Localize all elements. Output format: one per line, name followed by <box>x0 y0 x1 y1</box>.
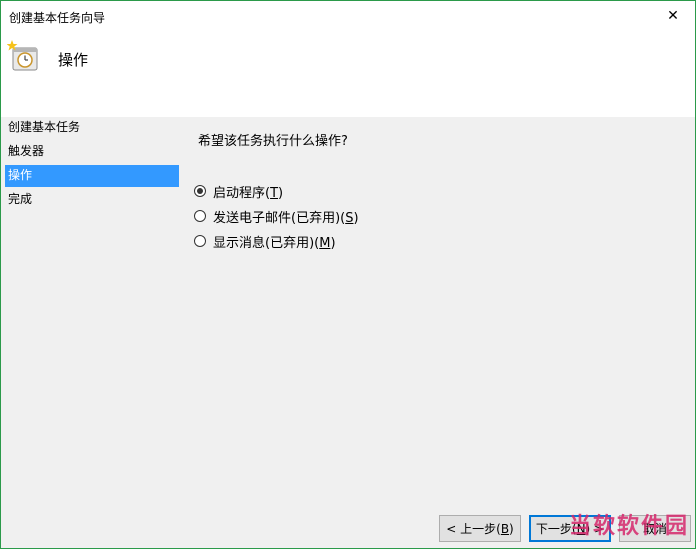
question-label: 希望该任务执行什么操作? <box>198 134 348 149</box>
nav-item-finish[interactable]: 完成 <box>5 189 179 211</box>
task-scheduler-icon <box>7 40 38 71</box>
page-title: 操作 <box>58 51 89 69</box>
option-label: 发送电子邮件(已弃用)(S) <box>213 210 359 226</box>
nav-item-action[interactable]: 操作 <box>5 165 179 187</box>
option-start-program[interactable]: 启动程序(T) <box>194 181 283 201</box>
content-panel: 希望该任务执行什么操作? 启动程序(T) 发送电子邮件(已弃用)(S) 显示消息… <box>181 117 695 548</box>
back-button[interactable]: < 上一步(B) <box>439 515 521 542</box>
wizard-body: 创建基本任务 触发器 操作 完成 希望该任务执行什么操作? 启动程序(T) 发送… <box>1 117 695 548</box>
wizard-header: 操作 <box>1 31 695 117</box>
option-display-message[interactable]: 显示消息(已弃用)(M) <box>194 231 336 251</box>
watermark: 当软软件园 <box>568 514 689 539</box>
window-title: 创建基本任务向导 <box>9 11 106 25</box>
wizard-window: 创建基本任务向导 ✕ 操作 创建基本任务 触发器 操作 完成 希望该任务执行什么… <box>0 0 696 549</box>
option-label: 显示消息(已弃用)(M) <box>213 235 336 251</box>
radio-button[interactable] <box>194 210 206 222</box>
option-send-email[interactable]: 发送电子邮件(已弃用)(S) <box>194 206 359 226</box>
nav-item-trigger[interactable]: 触发器 <box>5 141 179 163</box>
close-button[interactable]: ✕ <box>651 1 695 31</box>
close-icon: ✕ <box>667 8 679 24</box>
option-label: 启动程序(T) <box>213 185 284 201</box>
steps-nav: 创建基本任务 触发器 操作 完成 <box>1 117 181 548</box>
title-bar: 创建基本任务向导 ✕ <box>1 1 695 31</box>
radio-button[interactable] <box>194 235 206 247</box>
nav-item-create-basic-task[interactable]: 创建基本任务 <box>5 117 179 139</box>
radio-button-checked[interactable] <box>194 185 206 197</box>
